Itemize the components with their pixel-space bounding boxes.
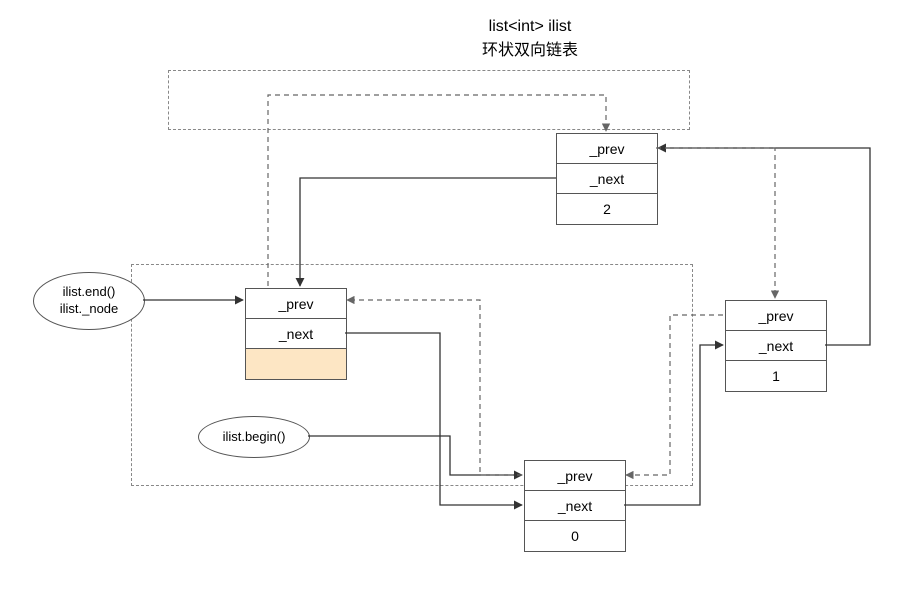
node-1: _prev _next 1	[725, 300, 827, 392]
dashed-region-bottom	[131, 264, 693, 486]
node2-prev: _prev	[557, 134, 657, 164]
title-line1: list<int> ilist	[440, 18, 620, 36]
dashed-region-top	[168, 70, 690, 130]
end-label-1: ilist.end()	[63, 284, 116, 301]
node0-next: _next	[525, 491, 625, 521]
node0-prev: _prev	[525, 461, 625, 491]
sentinel-prev: _prev	[246, 289, 346, 319]
begin-label: ilist.begin()	[223, 429, 286, 446]
diagram-canvas: list<int> ilist 环状双向链表 ilist.end() ilist…	[0, 0, 909, 613]
end-label-2: ilist._node	[60, 301, 119, 318]
node1-next: _next	[726, 331, 826, 361]
node0-data: 0	[525, 521, 625, 551]
ellipse-begin: ilist.begin()	[198, 416, 310, 458]
node2-next: _next	[557, 164, 657, 194]
node-2: _prev _next 2	[556, 133, 658, 225]
title-line2: 环状双向链表	[440, 36, 620, 60]
node2-data: 2	[557, 194, 657, 224]
node1-prev: _prev	[726, 301, 826, 331]
sentinel-data	[246, 349, 346, 379]
node-0: _prev _next 0	[524, 460, 626, 552]
ellipse-end-node: ilist.end() ilist._node	[33, 272, 145, 330]
sentinel-next: _next	[246, 319, 346, 349]
node-sentinel: _prev _next	[245, 288, 347, 380]
node1-data: 1	[726, 361, 826, 391]
diagram-title: list<int> ilist 环状双向链表	[440, 18, 620, 60]
